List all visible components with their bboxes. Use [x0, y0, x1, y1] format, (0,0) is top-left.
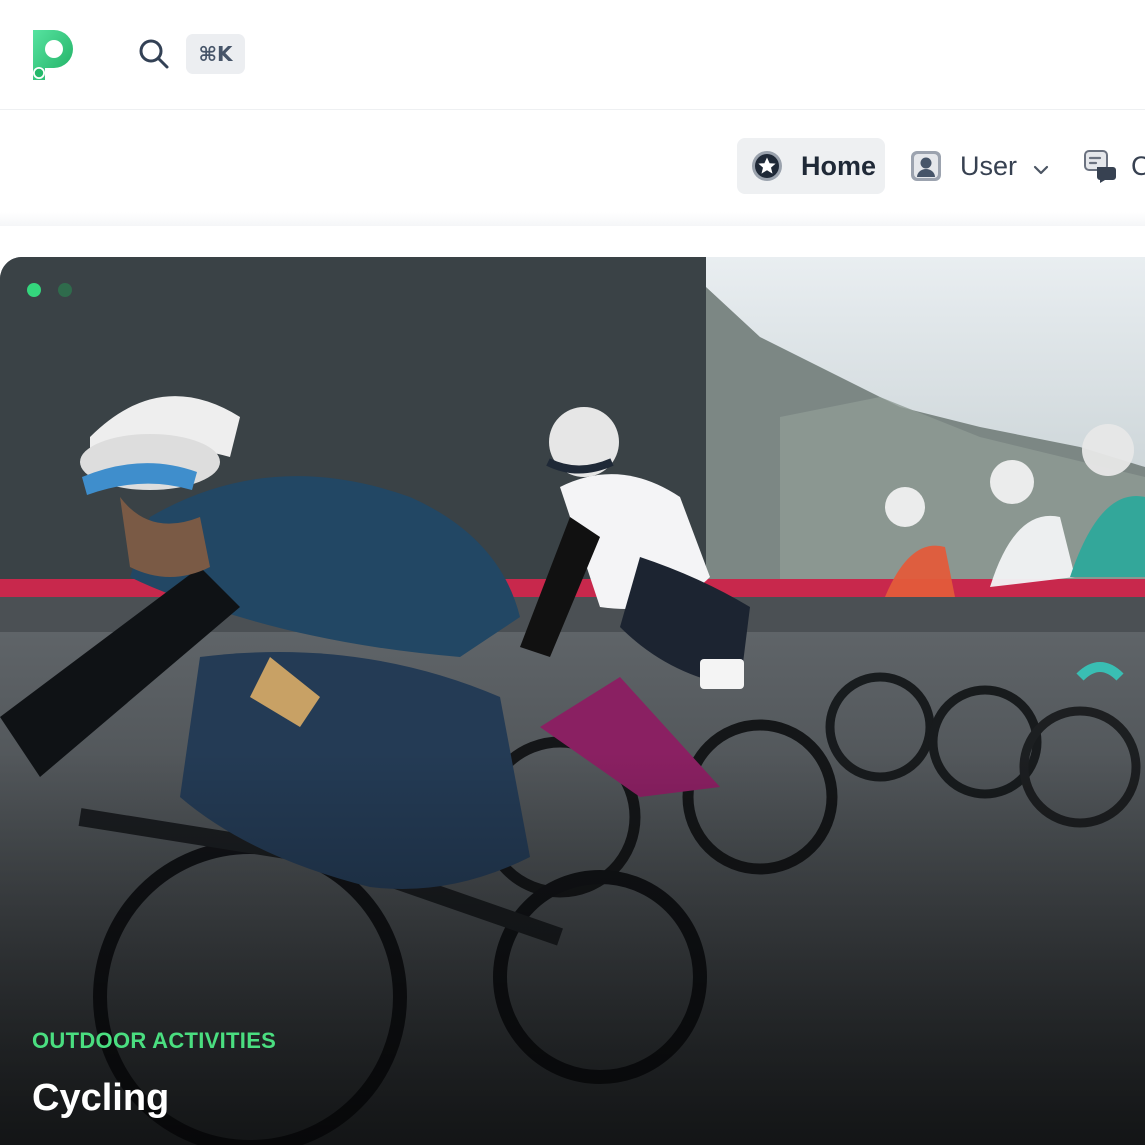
carousel-dot-2[interactable]	[58, 283, 72, 297]
search-icon[interactable]	[136, 36, 172, 72]
hero-title[interactable]: Cycling	[32, 1077, 169, 1120]
nav-item-user[interactable]: User	[908, 138, 1051, 194]
star-icon	[751, 150, 783, 182]
hero-carousel[interactable]: OUTDOOR ACTIVITIES Cycling	[0, 257, 1145, 1145]
carousel-indicators	[27, 283, 72, 297]
nav-item-label: User	[960, 150, 1018, 181]
top-header: ⌘K	[0, 0, 1145, 110]
p-logo-icon[interactable]	[30, 28, 76, 82]
user-icon	[910, 150, 942, 182]
chevron-down-icon	[1031, 156, 1051, 176]
nav-item-label: Home	[801, 150, 877, 181]
search-shortcut-badge[interactable]: ⌘K	[186, 34, 245, 74]
nav-item-home[interactable]: Home	[737, 138, 885, 194]
nav-item-label: C	[1131, 150, 1145, 181]
chat-icon	[1083, 149, 1117, 183]
hero-image	[0, 257, 1145, 1145]
nav-item-chat[interactable]: C	[1083, 138, 1145, 194]
carousel-dot-1[interactable]	[27, 283, 41, 297]
hero-category: OUTDOOR ACTIVITIES	[32, 1028, 277, 1053]
main-nav: Home User C	[0, 110, 1145, 226]
